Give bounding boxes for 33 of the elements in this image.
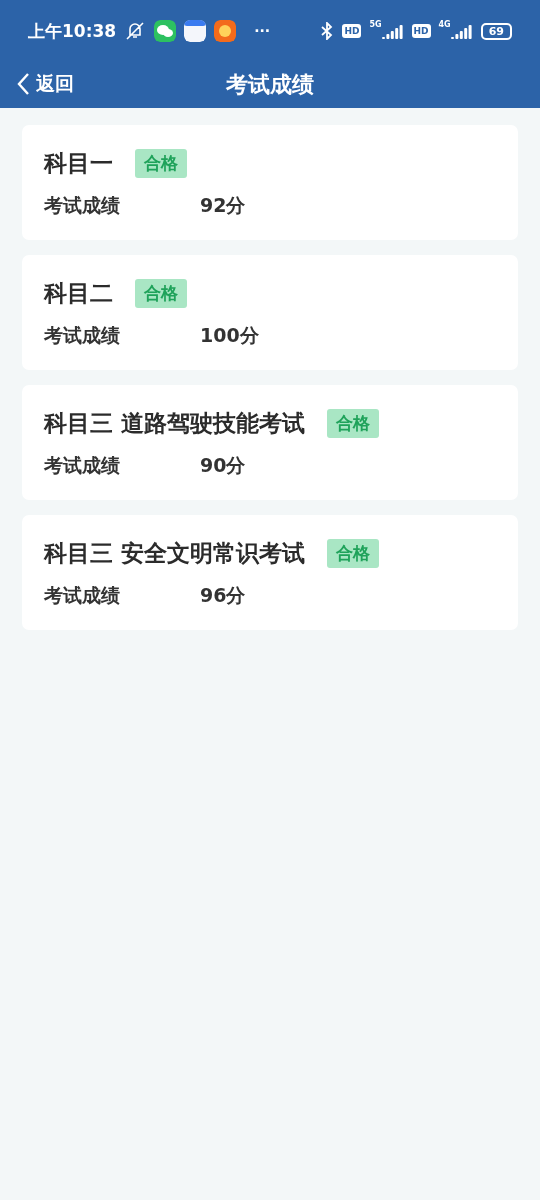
status-tag: 合格: [135, 149, 187, 178]
subject-title: 科目三 道路驾驶技能考试: [44, 409, 305, 438]
score-value: 92分: [200, 193, 246, 218]
score-label: 考试成绩: [44, 453, 121, 478]
status-tag: 合格: [135, 279, 187, 308]
shopping-app-icon: [214, 20, 237, 42]
network-type: 5G: [369, 20, 382, 29]
hd-label: HD: [411, 24, 431, 38]
score-value: 96分: [200, 583, 246, 608]
more-notifications: ···: [254, 23, 271, 39]
subject-title: 科目三 安全文明常识考试: [44, 539, 305, 568]
status-tag: 合格: [327, 539, 379, 568]
subject-title: 科目一: [44, 149, 113, 178]
clock: 上午10:38: [28, 19, 117, 43]
signal-icon: [450, 23, 473, 39]
page-title: 考试成绩: [226, 71, 314, 99]
back-button[interactable]: 返回: [14, 69, 76, 99]
battery-level: 69: [480, 22, 512, 40]
muted-bell-icon: [124, 21, 147, 41]
chat-app-icon: [154, 20, 177, 42]
hd-label: HD: [342, 24, 362, 38]
status-tag: 合格: [327, 409, 379, 438]
back-icon: [16, 72, 30, 96]
score-label: 考试成绩: [44, 193, 121, 218]
bluetooth-icon: [320, 22, 335, 40]
subject-title: 科目二: [44, 279, 113, 308]
score-label: 考试成绩: [44, 323, 121, 348]
score-value: 100分: [200, 323, 259, 348]
network-type: 4G: [438, 20, 451, 29]
calendar-app-icon: [184, 20, 207, 42]
signal-icon: [381, 23, 404, 39]
score-value: 90分: [200, 453, 246, 478]
score-label: 考试成绩: [44, 583, 121, 608]
